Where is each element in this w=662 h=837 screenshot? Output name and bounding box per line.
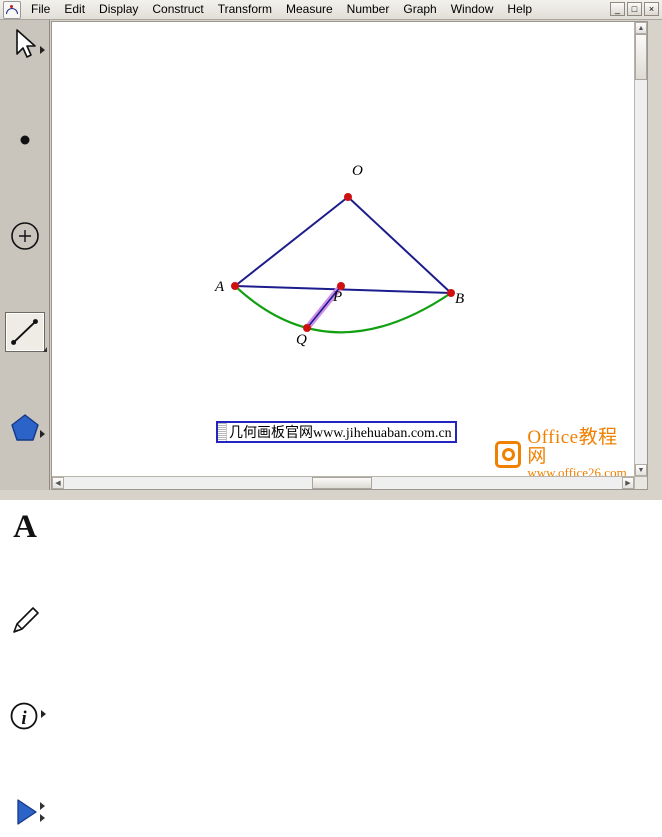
menu-window[interactable]: Window: [444, 1, 501, 19]
menu-graph[interactable]: Graph: [396, 1, 443, 19]
segment-OA: [234, 196, 349, 287]
pencil-icon: [13, 607, 39, 633]
point-label-Q[interactable]: Q: [296, 332, 307, 349]
menu-bar: File Edit Display Construct Transform Me…: [0, 0, 662, 20]
point-Q: [303, 324, 311, 332]
text-tool[interactable]: A: [0, 500, 50, 548]
office26-logo: Office教程网 www.office26.com: [495, 428, 634, 480]
scroll-up-button[interactable]: ▲: [635, 22, 647, 34]
horizontal-scrollbar[interactable]: ◀ ▶: [52, 476, 634, 489]
menu-number[interactable]: Number: [340, 1, 397, 19]
point-O: [344, 193, 352, 201]
point-tool[interactable]: [0, 116, 50, 164]
arrow-icon: [16, 29, 36, 58]
minimize-button[interactable]: _: [610, 2, 625, 16]
scroll-left-button[interactable]: ◀: [52, 477, 64, 489]
menu-transform[interactable]: Transform: [211, 1, 279, 19]
polygon-tool-flyout-icon[interactable]: [40, 430, 45, 438]
menu-display[interactable]: Display: [92, 1, 145, 19]
sketch-drawing-surface[interactable]: O A B P Q 几何画板官网www.jihehuaban.com.cn Of…: [55, 25, 634, 480]
status-bar: [0, 490, 662, 500]
menu-edit[interactable]: Edit: [57, 1, 92, 19]
circle-icon: [11, 222, 39, 250]
svg-text:A: A: [13, 509, 37, 544]
textbox-grip-handle[interactable]: [218, 423, 227, 441]
pentagon-icon: [11, 414, 39, 441]
vertical-scroll-thumb[interactable]: [635, 34, 647, 80]
app-icon: [3, 0, 21, 19]
office26-logo-icon: [495, 440, 522, 468]
play-triangle-icon: [17, 799, 37, 825]
geometry-figure: [231, 193, 455, 334]
arrow-tool-flyout-icon[interactable]: [40, 46, 45, 54]
point-label-B[interactable]: B: [455, 291, 464, 308]
custom-tool[interactable]: [0, 788, 50, 836]
polygon-tool[interactable]: [0, 404, 50, 452]
menu-construct[interactable]: Construct: [145, 1, 210, 19]
info-icon: i: [10, 702, 38, 730]
application-window: File Edit Display Construct Transform Me…: [0, 0, 662, 825]
point-label-P[interactable]: P: [333, 289, 342, 306]
vertical-scrollbar[interactable]: ▲ ▼: [634, 22, 647, 476]
scroll-right-button[interactable]: ▶: [622, 477, 634, 489]
point-label-A[interactable]: A: [215, 279, 224, 296]
watermark-textbox[interactable]: 几何画板官网www.jihehuaban.com.cn: [216, 421, 457, 443]
menu-measure[interactable]: Measure: [279, 1, 340, 19]
point-label-O[interactable]: O: [352, 163, 363, 180]
point-A: [231, 282, 239, 290]
custom-tool-flyout-icon-2[interactable]: [40, 814, 45, 822]
maximize-button[interactable]: □: [627, 2, 642, 16]
custom-tool-flyout-icon[interactable]: [40, 802, 45, 810]
line-segment-icon: [11, 319, 38, 345]
arrow-select-tool[interactable]: [0, 20, 50, 68]
marker-pen-tool[interactable]: [0, 596, 50, 644]
info-tool-flyout-icon[interactable]: [41, 710, 46, 718]
point-icon: [20, 135, 30, 145]
point-B: [447, 289, 455, 297]
straightedge-tool-flyout-icon[interactable]: [43, 347, 47, 352]
toolbox: A i: [0, 20, 50, 825]
svg-text:i: i: [21, 708, 27, 729]
menu-file[interactable]: File: [24, 1, 57, 19]
straightedge-tool[interactable]: [0, 308, 50, 356]
sketch-canvas[interactable]: O A B P Q 几何画板官网www.jihehuaban.com.cn Of…: [51, 21, 648, 490]
scrollbar-corner: [634, 476, 647, 489]
window-controls: _ □ ×: [610, 2, 659, 16]
close-button[interactable]: ×: [644, 2, 659, 16]
information-tool[interactable]: i: [0, 692, 50, 740]
watermark-text: 几何画板官网www.jihehuaban.com.cn: [229, 426, 452, 441]
menu-help[interactable]: Help: [500, 1, 539, 19]
scroll-down-button[interactable]: ▼: [635, 464, 647, 476]
segment-OB: [347, 196, 452, 294]
letter-a-icon: A: [13, 509, 37, 545]
compass-circle-tool[interactable]: [0, 212, 50, 260]
office26-logo-line1: Office教程网: [527, 427, 618, 467]
horizontal-scroll-thumb[interactable]: [312, 477, 372, 489]
